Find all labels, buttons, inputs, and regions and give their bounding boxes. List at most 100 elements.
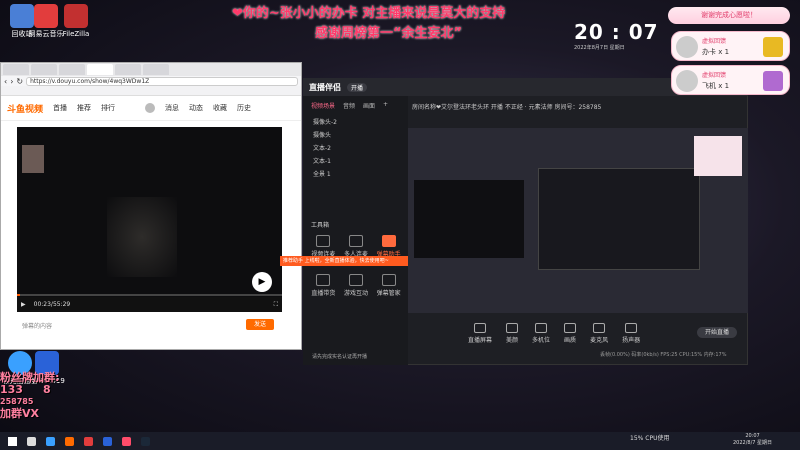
music-icon[interactable] bbox=[84, 436, 93, 446]
video-progress-fill bbox=[17, 294, 20, 296]
filezilla-icon bbox=[64, 4, 88, 28]
tool-shop[interactable]: 直播带货 bbox=[307, 274, 340, 297]
scene-tabs: 视频场景 音频 画面 + bbox=[303, 96, 408, 115]
toolbox-label: 工具箱 bbox=[311, 222, 330, 229]
screen-button[interactable]: 直播屏幕 bbox=[468, 322, 492, 344]
desktop-icon-filezilla[interactable]: FileZilla bbox=[56, 4, 96, 39]
video-progress[interactable] bbox=[17, 294, 282, 296]
tool-game[interactable]: 游戏互动 bbox=[340, 274, 373, 297]
tool-danmu-helper[interactable]: 弹幕助手 bbox=[372, 235, 405, 258]
address-bar-row: ‹ › ↻ https://v.douyu.com/show/4wq3WDw1Z bbox=[1, 76, 301, 86]
nav-item[interactable]: 收藏 bbox=[213, 103, 227, 113]
status-bar: 丢帧(0.00%) 码率(0kb/s) FPS:25 CPU:15% 内存:17… bbox=[600, 352, 727, 358]
live-badge[interactable]: 开播 bbox=[347, 82, 368, 92]
send-button[interactable]: 发送 bbox=[246, 319, 274, 330]
browser-tab[interactable] bbox=[115, 64, 141, 75]
nav-item[interactable]: 排行 bbox=[101, 103, 115, 113]
source-item[interactable]: 文本-1 bbox=[303, 154, 408, 167]
search-icon[interactable] bbox=[145, 103, 156, 113]
tool-multi-link[interactable]: 多人连麦 bbox=[340, 235, 373, 258]
refresh-icon[interactable]: ↻ bbox=[16, 77, 23, 86]
preview-gift-panel bbox=[694, 136, 742, 176]
forward-icon[interactable]: › bbox=[10, 77, 13, 86]
avatar bbox=[676, 36, 698, 58]
beauty-button[interactable]: 美颜 bbox=[506, 322, 519, 344]
browser-tab-active[interactable] bbox=[87, 64, 113, 75]
assistant-icon[interactable] bbox=[122, 436, 131, 446]
douyu-logo[interactable]: 斗鱼视频 bbox=[7, 102, 43, 115]
steam-icon[interactable] bbox=[141, 436, 150, 446]
browser-tab[interactable] bbox=[31, 64, 57, 75]
play-icon[interactable]: ▶ bbox=[252, 272, 272, 292]
back-icon[interactable]: ‹ bbox=[4, 77, 7, 86]
video-time: 00:23/55:29 bbox=[33, 301, 71, 308]
quality-icon bbox=[564, 322, 577, 333]
nav-item[interactable]: 首播 bbox=[53, 103, 67, 113]
source-item[interactable]: 全景 1 bbox=[303, 167, 408, 180]
manager-icon bbox=[381, 274, 396, 286]
streamer-cam bbox=[22, 145, 44, 173]
start-icon[interactable] bbox=[8, 436, 17, 446]
shop-icon bbox=[316, 274, 331, 286]
bookmarks-bar bbox=[1, 86, 301, 96]
mic-icon bbox=[593, 322, 606, 333]
comment-input[interactable]: 弹幕的内容 bbox=[22, 321, 52, 330]
video-controls: ▶ 00:23/55:29 ⛶ bbox=[17, 297, 282, 312]
game-icon bbox=[348, 274, 363, 286]
tab-picture[interactable]: 画面 bbox=[363, 101, 375, 110]
source-item[interactable]: 摄像头 bbox=[303, 128, 408, 141]
fullscreen-icon[interactable]: ⛶ bbox=[274, 301, 278, 309]
file-explorer-icon[interactable] bbox=[27, 436, 36, 446]
gift-item: 虚拟回馈 办卡 x 1 bbox=[671, 31, 790, 61]
video-player[interactable]: ▶ bbox=[17, 127, 282, 312]
mic-button[interactable]: 麦克风 bbox=[590, 322, 608, 344]
tab-add[interactable]: + bbox=[383, 101, 388, 110]
gift-header: 谢谢完成心愿啦！ bbox=[668, 7, 790, 24]
overlay-banner-2: 感谢周榜第一“余生妄北” bbox=[315, 26, 463, 41]
cpu-tray: 15% CPU使用 bbox=[630, 435, 670, 442]
card-gift-icon bbox=[763, 37, 783, 57]
clock-date: 2022年8月7日 星期日 bbox=[574, 45, 625, 51]
browser-tab[interactable] bbox=[59, 64, 85, 75]
people-icon bbox=[348, 235, 363, 247]
tab-audio[interactable]: 音频 bbox=[343, 101, 355, 110]
nav-item[interactable]: 动态 bbox=[189, 103, 203, 113]
netease-music-icon bbox=[34, 4, 58, 28]
douyu-icon[interactable] bbox=[65, 436, 74, 446]
nav-item[interactable]: 历史 bbox=[237, 103, 251, 113]
quality-button[interactable]: 画质 bbox=[564, 322, 577, 344]
source-item[interactable]: 摄像头-2 bbox=[303, 115, 408, 128]
overlay-banner-1: ❤你的~张小小的办卡 对主播来说是莫大的支持 bbox=[232, 6, 506, 21]
taskbar-clock[interactable]: 20:07 2022/8/7 星期日 bbox=[733, 433, 772, 447]
danmu-icon bbox=[381, 235, 396, 247]
screen-icon bbox=[474, 322, 486, 333]
assistant-sidebar: 视频场景 音频 画面 + 摄像头-2 摄像头 文本-2 文本-1 全景 1 工具… bbox=[303, 96, 408, 365]
start-live-button[interactable]: 开始直播 bbox=[697, 327, 737, 338]
multicam-button[interactable]: 多机位 bbox=[532, 322, 550, 344]
preview-game-capture bbox=[414, 180, 524, 258]
wps-taskbar-icon[interactable] bbox=[103, 436, 112, 446]
camera-icon bbox=[535, 322, 548, 333]
tool-video-link[interactable]: 视频连麦 bbox=[307, 235, 340, 258]
play-pause-icon[interactable]: ▶ bbox=[21, 301, 26, 308]
browser-tab[interactable] bbox=[3, 64, 29, 75]
room-info: 房间名称❤艾尔登法环老头环 开播 不正经 · 元素法师 房间号：258785 bbox=[412, 104, 602, 111]
beauty-icon bbox=[506, 322, 519, 333]
game-scene bbox=[107, 197, 177, 277]
nav-item[interactable]: 消息 bbox=[165, 103, 179, 113]
assistant-title: 直播伴侣 bbox=[309, 82, 341, 92]
speaker-icon bbox=[625, 322, 638, 333]
nav-item[interactable]: 推荐 bbox=[77, 103, 91, 113]
douyu-nav: 斗鱼视频 首播 推荐 排行 消息 动态 收藏 历史 bbox=[1, 96, 301, 121]
browser-tab[interactable] bbox=[143, 64, 169, 75]
tab-scene[interactable]: 视频场景 bbox=[311, 101, 335, 110]
browser-tabs bbox=[1, 63, 301, 76]
url-input[interactable]: https://v.douyu.com/show/4wq3WDw1Z bbox=[26, 76, 298, 86]
stream-preview bbox=[408, 128, 748, 313]
source-item[interactable]: 文本-2 bbox=[303, 141, 408, 154]
speaker-button[interactable]: 扬声器 bbox=[622, 322, 640, 344]
browser-icon[interactable] bbox=[46, 436, 55, 446]
tool-manager[interactable]: 弹幕管家 bbox=[372, 274, 405, 297]
gift-item: 虚拟回馈 飞机 x 1 bbox=[671, 65, 790, 95]
plane-gift-icon bbox=[763, 71, 783, 91]
